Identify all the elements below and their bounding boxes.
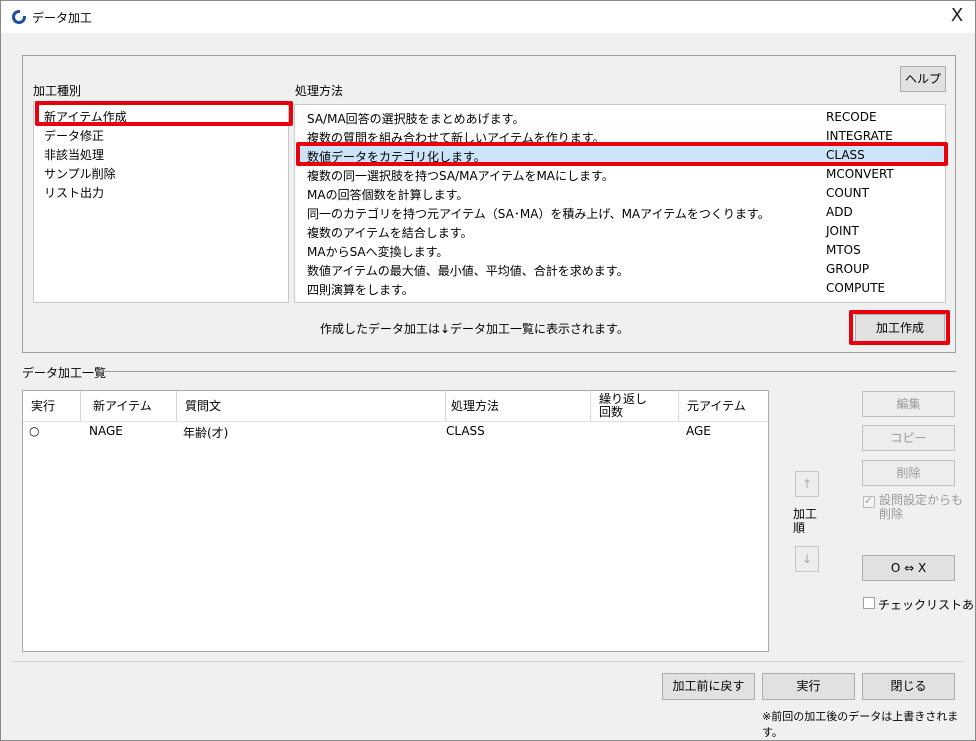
method-row-compute[interactable]: 四則演算をします。 COMPUTE bbox=[296, 278, 944, 297]
overwrite-note: ※前回の加工後のデータは上書きされます。 bbox=[762, 710, 959, 739]
delete-from-settings-checkbox[interactable]: ✓ bbox=[863, 494, 875, 508]
method-listbox[interactable]: SA/MA回答の選択肢をまとめあげます。 RECODE 複数の質問を組み合わせて新… bbox=[294, 104, 946, 303]
method-row-group[interactable]: 数値アイテムの最大値、最小値、平均値、合計を求めます。 GROUP bbox=[296, 259, 944, 278]
type-item-list-output[interactable]: リスト出力 bbox=[44, 184, 104, 201]
highlight-create-button bbox=[849, 310, 950, 345]
edit-button[interactable]: 編集 bbox=[862, 391, 955, 417]
info-text: 作成したデータ加工は↓データ加工一覧に表示されます。 bbox=[320, 322, 629, 336]
title-bar bbox=[1, 1, 975, 33]
copy-button[interactable]: コピー bbox=[862, 425, 955, 451]
delete-button[interactable]: 削除 bbox=[862, 460, 955, 486]
run-button[interactable]: 実行 bbox=[762, 673, 855, 700]
method-row-joint[interactable]: 複数のアイテムを結合します。 JOINT bbox=[296, 221, 944, 240]
check-icon: ✓ bbox=[864, 494, 874, 507]
method-row-mtos[interactable]: MAからSAへ変換します。 MTOS bbox=[296, 240, 944, 259]
highlight-new-item bbox=[35, 101, 293, 126]
row-source-cell: AGE bbox=[686, 424, 711, 438]
row-question-cell: 年齢(才) bbox=[183, 426, 229, 440]
type-item-data-fix[interactable]: データ修正 bbox=[44, 127, 104, 144]
move-down-button[interactable]: ↓ bbox=[795, 546, 819, 572]
checklist-label: チェックリストあり bbox=[878, 598, 976, 612]
row-new-item-cell: NAGE bbox=[89, 424, 123, 438]
table-row[interactable]: ○ NAGE 年齢(才) CLASS AGE bbox=[23, 391, 768, 443]
method-row-mconvert[interactable]: 複数の同一選択肢を持つSA/MAアイテムをMAにします。 MCONVERT bbox=[296, 164, 944, 183]
order-label: 加工 順 bbox=[793, 507, 818, 535]
window-title: データ加工 bbox=[32, 11, 93, 25]
method-row-recode[interactable]: SA/MA回答の選択肢をまとめあげます。 RECODE bbox=[296, 107, 944, 126]
arrow-down-icon: ↓ bbox=[801, 552, 813, 566]
method-row-add[interactable]: 同一のカテゴリを持つ元アイテム（SA･MA）を積み上げ、MAアイテムをつくります… bbox=[296, 202, 944, 221]
method-header: 処理方法 bbox=[295, 84, 344, 98]
highlight-class-row bbox=[296, 142, 948, 166]
footer-divider bbox=[12, 661, 964, 662]
close-button[interactable]: 閉じる bbox=[862, 673, 955, 700]
move-up-button[interactable]: ↑ bbox=[795, 471, 819, 497]
close-icon[interactable]: X bbox=[946, 6, 968, 28]
type-header: 加工種別 bbox=[33, 84, 82, 98]
toggle-ox-button[interactable]: O ⇔ X bbox=[862, 555, 955, 581]
type-listbox[interactable]: 新アイテム作成 データ修正 非該当処理 サンプル削除 リスト出力 bbox=[33, 101, 289, 303]
list-section-title: データ加工一覧 bbox=[22, 366, 107, 380]
type-item-sample-delete[interactable]: サンプル削除 bbox=[44, 165, 116, 182]
app-logo-icon bbox=[12, 10, 26, 24]
help-button[interactable]: ヘルプ bbox=[900, 66, 946, 92]
row-method-cell: CLASS bbox=[446, 424, 485, 438]
type-item-non-applicable[interactable]: 非該当処理 bbox=[44, 146, 104, 163]
delete-from-settings-label: 設問設定からも 削除 bbox=[879, 493, 964, 521]
arrow-up-icon: ↑ bbox=[801, 477, 813, 491]
revert-button[interactable]: 加工前に戻す bbox=[662, 673, 755, 700]
row-run-cell[interactable]: ○ bbox=[29, 424, 39, 438]
checklist-checkbox[interactable] bbox=[863, 597, 875, 609]
section-divider bbox=[100, 371, 956, 372]
process-list-grid[interactable]: 実行 新アイテム 質問文 処理方法 繰り返し 回数 元アイテム ○ NAGE 年… bbox=[22, 390, 769, 652]
method-row-count[interactable]: MAの回答個数を計算します。 COUNT bbox=[296, 183, 944, 202]
